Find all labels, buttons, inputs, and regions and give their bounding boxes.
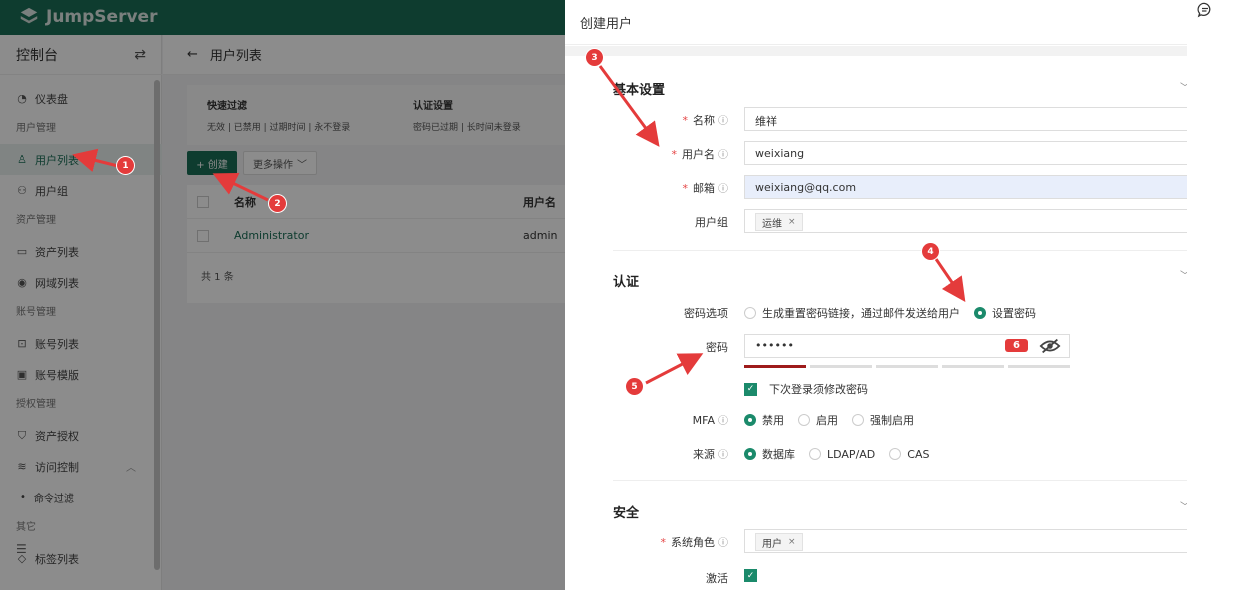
strength-segment [1008,365,1070,368]
annotation-badge-6: 6 [1005,339,1028,352]
radio-mfa-enabled-label[interactable]: 启用 [816,412,838,428]
radio-mfa-disabled-label[interactable]: 禁用 [762,412,784,428]
right-margin [1187,0,1242,595]
system-role-select[interactable]: 用户 × [744,529,1187,553]
section-auth-title: 认证 [613,275,640,290]
radio-reset-link[interactable] [744,307,756,319]
required-mark: * [682,114,689,127]
chevron-down-icon[interactable]: ﹀ [1180,498,1187,513]
annotation-badge-5: 5 [626,378,643,395]
required-mark: * [682,182,689,195]
form-row-email: * 邮箱 ⓘ weixiang@qq.com [565,175,1187,199]
drawer-header-strip [565,46,1187,56]
name-input[interactable]: 维祥 [744,107,1187,131]
password-option-label: 密码选项 [684,307,728,320]
radio-set-password-label[interactable]: 设置密码 [992,305,1036,321]
system-role-tag: 用户 × [755,533,803,551]
form-row-user-group: 用户组 运维 × [565,209,1187,233]
chevron-down-icon[interactable]: ﹀ [1180,79,1187,94]
radio-source-cas-label[interactable]: CAS [907,448,929,461]
email-label: * 邮箱 ⓘ [682,182,729,195]
mfa-radios: 禁用 启用 强制启用 [744,412,914,428]
radio-mfa-forced-label[interactable]: 强制启用 [870,412,914,428]
form-row-active: 激活 ✓ [565,565,1187,589]
radio-source-db[interactable] [744,448,756,460]
section-basic-title: 基本设置 [613,83,666,98]
source-label: 来源 ⓘ [693,448,728,461]
help-icon[interactable]: ⓘ [718,538,728,549]
strength-segment [810,365,872,368]
drawer-header: 创建用户 [565,0,1187,45]
must-change-label[interactable]: 下次登录须修改密码 [769,381,868,397]
email-input[interactable]: weixiang@qq.com [744,175,1187,199]
must-change-password-row: ✓ 下次登录须修改密码 [744,381,868,397]
strength-segment [876,365,938,368]
password-label: 密码 [706,341,728,354]
help-icon[interactable]: ⓘ [718,450,728,461]
active-checkbox[interactable]: ✓ [744,569,757,582]
form-row-username: * 用户名 ⓘ weixiang [565,141,1187,165]
section-divider [613,250,1187,251]
password-value: •••••• [755,339,794,352]
strength-segment [942,365,1004,368]
radio-source-db-label[interactable]: 数据库 [762,446,795,462]
annotation-badge-1: 1 [117,157,134,174]
radio-mfa-disabled[interactable] [744,414,756,426]
password-option-radios: 生成重置密码链接，通过邮件发送给用户 设置密码 [744,305,1036,321]
tag-close-icon[interactable]: × [788,537,796,547]
help-icon[interactable]: ⓘ [718,116,728,127]
chevron-down-icon[interactable]: ﹀ [1180,267,1187,282]
form-row-mfa: MFA ⓘ 禁用 启用 强制启用 [565,407,1187,431]
radio-set-password[interactable] [974,307,986,319]
required-mark: * [660,536,667,549]
must-change-checkbox[interactable]: ✓ [744,382,757,396]
eye-off-icon[interactable] [1039,338,1061,354]
radio-mfa-enabled[interactable] [798,414,810,426]
system-role-label: * 系统角色 ⓘ [660,536,729,549]
form-row-password-option: 密码选项 生成重置密码链接，通过邮件发送给用户 设置密码 [565,300,1187,324]
active-label: 激活 [706,572,728,585]
annotation-badge-4: 4 [922,243,939,260]
radio-source-ldap-label[interactable]: LDAP/AD [827,448,875,461]
feedback-chat-icon[interactable] [1197,2,1213,18]
section-security-title: 安全 [613,506,640,521]
user-group-label: 用户组 [695,216,728,229]
user-group-select[interactable]: 运维 × [744,209,1187,233]
section-divider [613,480,1187,481]
strength-segment [744,365,806,368]
app-root: JumpServer 控制台 ⇄ ◔ 仪表盘 用户管理 ♙ 用户列表 ⚇ 用户组… [0,0,1242,595]
radio-mfa-forced[interactable] [852,414,864,426]
help-icon[interactable]: ⓘ [718,150,728,161]
radio-reset-link-label[interactable]: 生成重置密码链接，通过邮件发送给用户 [762,305,960,321]
drawer-title: 创建用户 [580,16,633,32]
user-group-tag: 运维 × [755,213,803,231]
annotation-badge-2: 2 [269,195,286,212]
source-radios: 数据库 LDAP/AD CAS [744,446,929,462]
username-label: * 用户名 ⓘ [671,148,729,161]
help-icon[interactable]: ⓘ [718,416,728,427]
form-row-source: 来源 ⓘ 数据库 LDAP/AD CAS [565,441,1187,465]
radio-source-ldap[interactable] [809,448,821,460]
create-user-drawer: 创建用户 基本设置 ﹀ *名称ⓘ 维祥 *用户名ⓘ weixiang *邮箱ⓘ … [565,0,1187,590]
help-icon[interactable]: ⓘ [718,184,728,195]
password-strength-meter [744,365,1070,368]
name-label: * 名称 ⓘ [682,114,729,127]
active-checkbox-wrap: ✓ [744,569,757,582]
username-input[interactable]: weixiang [744,141,1187,165]
mfa-label: MFA ⓘ [692,414,728,427]
form-row-name: * 名称 ⓘ 维祥 [565,107,1187,131]
required-mark: * [671,148,678,161]
tag-close-icon[interactable]: × [788,217,796,227]
form-row-system-role: * 系统角色 ⓘ 用户 × [565,529,1187,553]
annotation-badge-3: 3 [586,49,603,66]
radio-source-cas[interactable] [889,448,902,460]
modal-overlay[interactable] [0,0,565,590]
form-row-password: 密码 •••••• [565,334,1187,358]
